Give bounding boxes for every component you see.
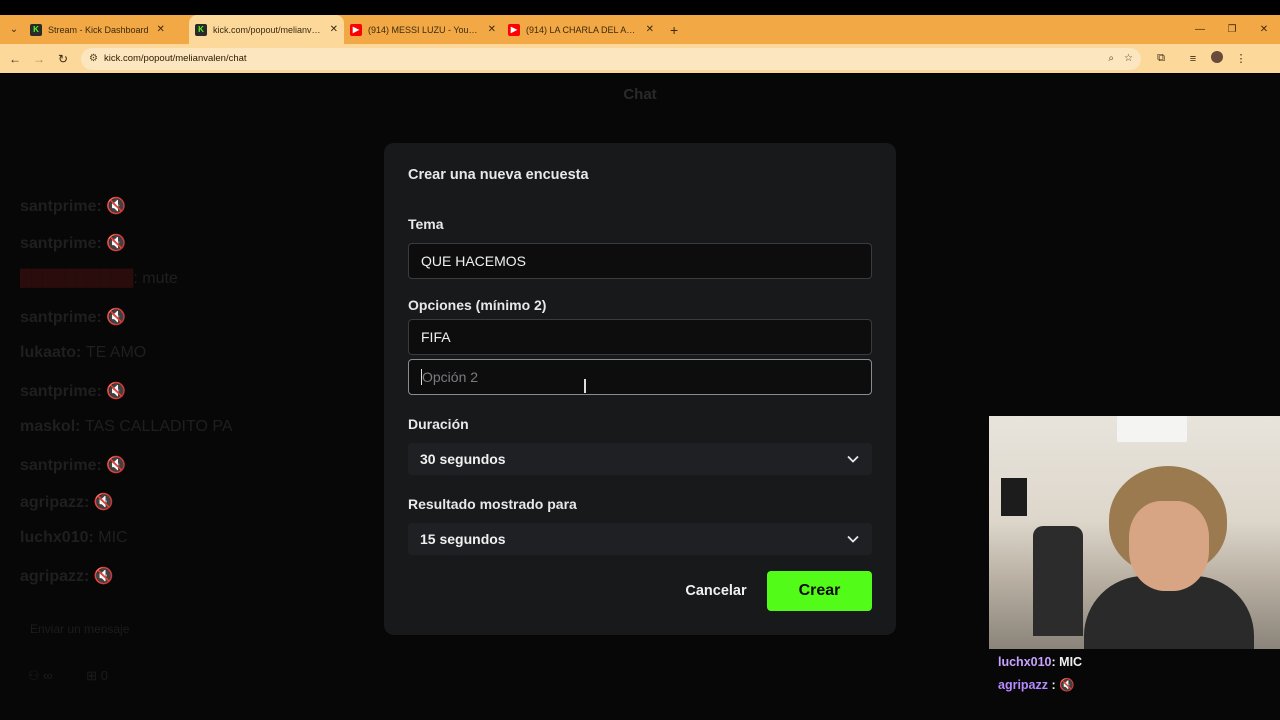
option-2-placeholder: Opción 2 — [422, 369, 479, 385]
browser-toolbar: ← → ↻ ⚙ kick.com/popout/melianvalen/chat… — [0, 44, 1280, 73]
chat-header: Chat — [623, 86, 657, 103]
site-info-icon[interactable]: ⚙ — [89, 53, 98, 64]
options-label: Opciones (mínimo 2) — [408, 297, 547, 313]
create-button[interactable]: Crear — [767, 571, 872, 611]
tab-title: Stream - Kick Dashboard — [48, 24, 149, 35]
chat-message: agripazz: 🔇 — [20, 494, 114, 511]
tab-search-icon[interactable]: ⌄ — [4, 20, 24, 40]
chat-message: santprime: 🔇 — [20, 457, 127, 474]
chat-message: santprime: 🔇 — [20, 309, 127, 326]
tab-title: (914) LA CHARLA DEL AÑO: ME — [526, 24, 638, 35]
duration-value: 30 segundos — [420, 451, 506, 467]
close-icon[interactable]: ✕ — [157, 24, 165, 35]
close-icon[interactable]: ✕ — [646, 24, 654, 35]
chat-message: santprime: 🔇 — [20, 235, 127, 252]
tab-kick-dashboard[interactable]: K Stream - Kick Dashboard ✕ — [24, 15, 189, 44]
text-cursor-icon — [584, 379, 586, 393]
topic-input[interactable]: QUE HACEMOS — [408, 243, 872, 279]
wall-poster — [1001, 478, 1027, 516]
maximize-icon[interactable]: ❐ — [1216, 24, 1248, 35]
chat-message: maskol: TAS CALLADITO PA — [20, 418, 233, 435]
media-control-icon[interactable]: ≡ — [1181, 53, 1205, 65]
option-1-value: FIFA — [421, 329, 451, 345]
footer-count: 0 — [100, 668, 108, 683]
chat-footer: ⚇ ∞ ⊞ 0 — [28, 668, 108, 684]
chevron-down-icon — [847, 455, 859, 463]
tab-youtube-messi[interactable]: ▶ (914) MESSI LUZU - YouTube ✕ — [344, 15, 502, 44]
browser-tabbar: ⌄ K Stream - Kick Dashboard ✕ K kick.com… — [0, 15, 1280, 44]
topic-label: Tema — [408, 216, 444, 232]
kick-icon: K — [195, 23, 207, 36]
webcam-overlay — [989, 416, 1280, 649]
window-controls: — ❐ ✕ — [1184, 15, 1280, 44]
poll-modal: Crear una nueva encuesta Tema QUE HACEMO… — [384, 143, 896, 635]
chevron-down-icon — [847, 535, 859, 543]
chat-message: santprime: 🔇 — [20, 383, 127, 400]
chat-input[interactable]: Enviar un mensaje — [30, 622, 129, 636]
overlay-chat-message: luchx010: MIC — [998, 655, 1083, 669]
forward-icon[interactable]: → — [27, 52, 51, 66]
tab-youtube-charla[interactable]: ▶ (914) LA CHARLA DEL AÑO: ME ✕ — [502, 15, 660, 44]
chat-message: lukaato: TE AMO — [20, 344, 147, 361]
option-1-input[interactable]: FIFA — [408, 319, 872, 355]
duration-select[interactable]: 30 segundos — [408, 443, 872, 475]
air-conditioner — [1117, 416, 1187, 442]
new-tab-icon[interactable]: + — [670, 22, 678, 38]
chat-message: agripazz: 🔇 — [20, 568, 114, 585]
extensions-icon[interactable]: ⧉ — [1149, 52, 1173, 65]
result-select[interactable]: 15 segundos — [408, 523, 872, 555]
tab-kick-chat[interactable]: K kick.com/popout/melianvalen/c ✕ — [189, 15, 344, 44]
chat-message: ██████████: mute — [20, 270, 178, 287]
chat-message: santprime: 🔇 — [20, 198, 127, 215]
minimize-icon[interactable]: — — [1184, 24, 1216, 35]
bookmark-star-icon[interactable]: ☆ — [1124, 53, 1133, 64]
duration-label: Duración — [408, 416, 469, 432]
chair — [1033, 526, 1083, 636]
profile-avatar[interactable] — [1205, 51, 1229, 66]
reload-icon[interactable]: ↻ — [51, 52, 75, 66]
topic-value: QUE HACEMOS — [421, 253, 527, 269]
menu-icon[interactable]: ⋮ — [1229, 52, 1253, 65]
modal-title: Crear una nueva encuesta — [408, 167, 589, 183]
back-icon[interactable]: ← — [3, 52, 27, 66]
option-2-input[interactable]: Opción 2 — [408, 359, 872, 395]
person-face — [1129, 501, 1209, 591]
viewers-icon: ⚇ ∞ — [28, 668, 53, 683]
tab-title: kick.com/popout/melianvalen/c — [213, 24, 322, 35]
close-window-icon[interactable]: ✕ — [1248, 24, 1280, 35]
result-value: 15 segundos — [420, 531, 506, 547]
cancel-button[interactable]: Cancelar — [678, 572, 754, 610]
result-label: Resultado mostrado para — [408, 496, 577, 512]
gift-icon[interactable]: ⊞ — [86, 668, 97, 683]
kick-icon: K — [30, 23, 42, 36]
overlay-chat-message: agripazz : 🔇 — [998, 678, 1075, 692]
tab-title: (914) MESSI LUZU - YouTube — [368, 24, 480, 35]
close-icon[interactable]: ✕ — [488, 24, 496, 35]
youtube-icon: ▶ — [350, 23, 362, 36]
youtube-icon: ▶ — [508, 23, 520, 36]
close-icon[interactable]: ✕ — [330, 24, 338, 35]
zoom-icon[interactable]: ⌕ — [1108, 53, 1114, 64]
address-bar[interactable]: ⚙ kick.com/popout/melianvalen/chat ⌕ ☆ — [81, 47, 1141, 70]
chat-message: luchx010: MIC — [20, 529, 128, 546]
url-text: kick.com/popout/melianvalen/chat — [103, 53, 247, 64]
